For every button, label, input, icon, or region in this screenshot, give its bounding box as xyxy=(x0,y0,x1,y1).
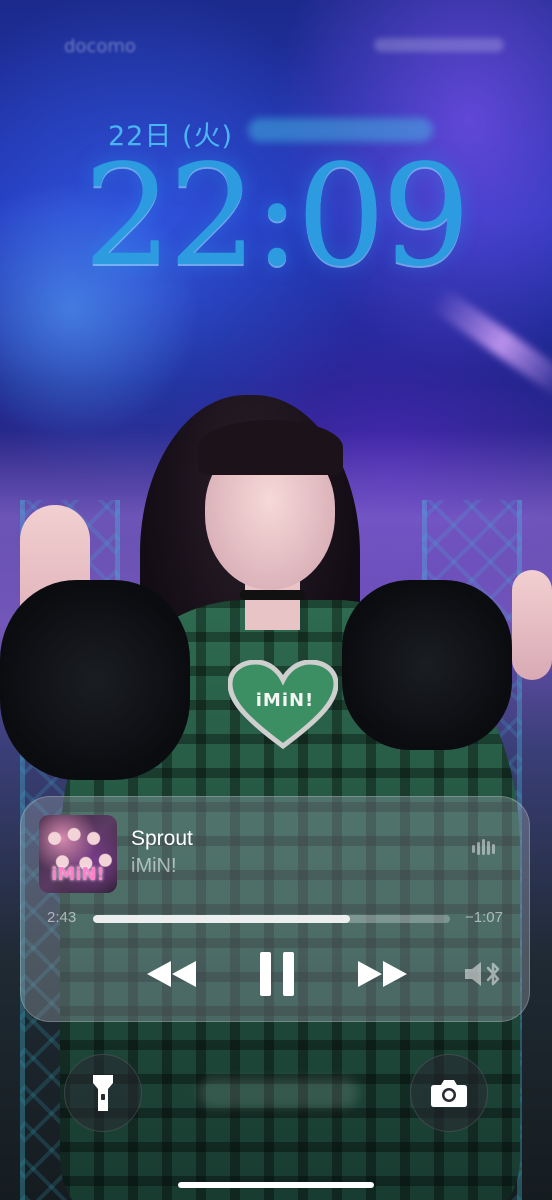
lock-clock: 22:09 xyxy=(83,135,470,298)
rewind-icon xyxy=(147,961,196,987)
album-artwork[interactable]: iMiN! xyxy=(39,815,117,893)
pause-icon xyxy=(260,952,294,996)
status-indicators xyxy=(374,38,504,52)
performer-arm-right xyxy=(512,570,552,680)
time-elapsed: 2:43 xyxy=(47,909,77,926)
performer-choker xyxy=(240,590,305,600)
flashlight-button[interactable] xyxy=(64,1054,142,1132)
dress-ruffle-right xyxy=(342,580,512,750)
now-playing-widget[interactable]: iMiN! Sprout iMiN! 2:43 −1:07 xyxy=(20,796,530,1022)
flashlight-icon xyxy=(93,1075,113,1111)
pause-button[interactable] xyxy=(251,947,303,1001)
performer-bangs xyxy=(198,420,343,475)
fast-forward-icon xyxy=(358,961,407,987)
audio-waveform-icon[interactable] xyxy=(471,837,499,857)
fast-forward-button[interactable] xyxy=(351,951,413,997)
speaker-bluetooth-icon xyxy=(465,962,500,986)
heart-emblem-label: iMiN! xyxy=(255,690,315,711)
rewind-button[interactable] xyxy=(141,951,203,997)
camera-button[interactable] xyxy=(410,1054,488,1132)
dress-ruffle-left xyxy=(0,580,190,780)
audio-output-button[interactable] xyxy=(463,957,503,991)
playback-progress-fill xyxy=(93,915,351,923)
playback-scrubber[interactable] xyxy=(93,915,450,923)
time-remaining: −1:07 xyxy=(465,909,503,926)
carrier-label: docomo xyxy=(64,36,136,57)
song-title: Sprout xyxy=(131,827,193,850)
camera-icon xyxy=(431,1080,467,1107)
home-indicator[interactable] xyxy=(178,1182,374,1188)
notification-hint xyxy=(198,1078,358,1108)
album-artwork-logo: iMiN! xyxy=(51,864,105,885)
song-artist: iMiN! xyxy=(131,855,177,877)
